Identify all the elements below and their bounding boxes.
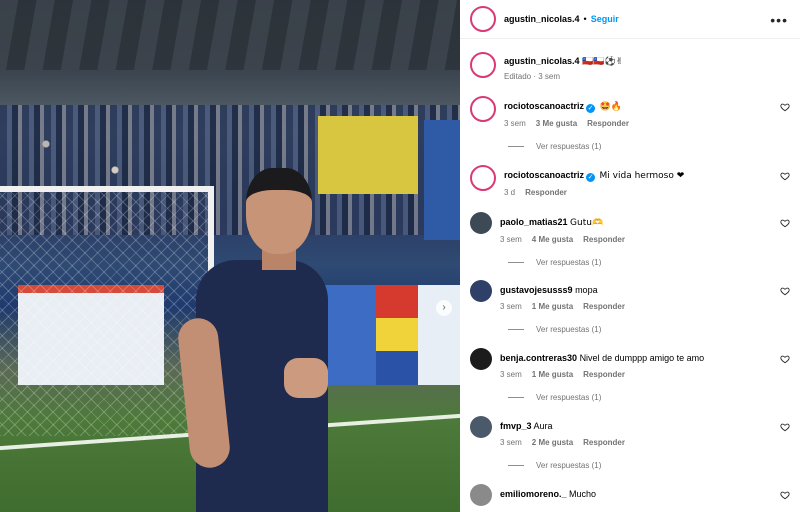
- replies-dash: [508, 146, 524, 147]
- comment-time: 3 sem: [500, 438, 522, 447]
- view-replies-link[interactable]: Ver respuestas (1): [508, 325, 800, 334]
- heart-icon[interactable]: [780, 102, 790, 112]
- view-replies-label: Ver respuestas (1): [536, 461, 602, 470]
- comment-item: benja.contreras30 Nivel de dumppp amigo …: [470, 348, 800, 402]
- verified-badge-icon: ✓: [586, 173, 596, 182]
- commenter-username[interactable]: benja.contreras30: [500, 353, 577, 363]
- reply-button[interactable]: Responder: [587, 119, 629, 128]
- reply-button[interactable]: Responder: [583, 235, 625, 244]
- replies-dash: [508, 329, 524, 330]
- reply-button[interactable]: Responder: [583, 370, 625, 379]
- separator-bullet: •: [583, 14, 587, 24]
- heart-icon[interactable]: [780, 354, 790, 364]
- comment-time: 3 d: [504, 188, 516, 197]
- view-replies-link[interactable]: Ver respuestas (1): [508, 461, 800, 470]
- commenter-username[interactable]: rociotoscanoactriz: [504, 101, 584, 111]
- comments-panel: agustin_nicolas.4 • Seguir ••• agustin_n…: [460, 0, 800, 512]
- heart-icon[interactable]: [780, 218, 790, 228]
- comment-text: Nivel de dumppp amigo te amo: [579, 353, 705, 363]
- caption-body: agustin_nicolas.4 🇨🇱🇨🇱⚽✌ Editado · 3 sem: [504, 56, 623, 81]
- heart-icon[interactable]: [780, 422, 790, 432]
- commenter-avatar[interactable]: [470, 96, 496, 122]
- comment-body: rociotoscanoactriz ✓ Mi vida hermoso ❤ 3 …: [504, 165, 800, 197]
- comment-time: 3 sem: [504, 119, 526, 128]
- commenter-username[interactable]: rociotoscanoactriz: [504, 170, 584, 180]
- comment-text: Gutu🫶: [570, 218, 604, 228]
- chevron-right-icon[interactable]: ›: [436, 300, 452, 316]
- commenter-username[interactable]: fmvp_3: [500, 421, 532, 431]
- commenter-avatar[interactable]: [470, 212, 492, 234]
- verified-badge-icon: ✓: [586, 104, 596, 113]
- comment-body: fmvp_3 Aura 3 sem 2 Me gusta Responder: [500, 416, 800, 447]
- comment-item: gustavojesusss9 mopa 3 sem 1 Me gusta Resp…: [470, 280, 800, 334]
- commenter-username[interactable]: emiliomoreno._: [500, 489, 567, 499]
- post-photo: ›: [0, 0, 460, 512]
- banner: [376, 285, 418, 385]
- commenter-avatar[interactable]: [470, 280, 492, 302]
- replies-dash: [508, 397, 524, 398]
- view-replies-link[interactable]: Ver respuestas (1): [508, 142, 800, 151]
- view-replies-label: Ver respuestas (1): [536, 258, 602, 267]
- comment-text: Mi vida hermoso ❤: [599, 171, 685, 181]
- blue-wall: [424, 120, 460, 240]
- comment-body: benja.contreras30 Nivel de dumppp amigo …: [500, 348, 800, 379]
- caption-text: 🇨🇱🇨🇱⚽✌: [582, 57, 624, 67]
- comment-body: rociotoscanoactriz ✓ 🤩🔥 3 sem 3 Me gusta Re…: [504, 96, 800, 128]
- commenter-avatar[interactable]: [470, 484, 492, 506]
- reply-button[interactable]: Responder: [583, 302, 625, 311]
- caption-username[interactable]: agustin_nicolas.4: [504, 56, 580, 66]
- comment-body: emiliomoreno._ Mucho: [500, 484, 800, 500]
- stadium-roof: [0, 0, 460, 70]
- banner: [418, 285, 460, 385]
- commenter-username[interactable]: gustavojesusss9: [500, 285, 573, 295]
- view-replies-label: Ver respuestas (1): [536, 142, 602, 151]
- heart-icon[interactable]: [780, 490, 790, 500]
- caption-meta: Editado · 3 sem: [504, 72, 561, 81]
- commenter-username[interactable]: paolo_matias21: [500, 217, 568, 227]
- comment-item: emiliomoreno._ Mucho: [470, 484, 800, 506]
- commenter-avatar[interactable]: [470, 348, 492, 370]
- heart-icon[interactable]: [780, 286, 790, 296]
- post-caption: agustin_nicolas.4 🇨🇱🇨🇱⚽✌ Editado · 3 sem: [470, 52, 623, 81]
- author-avatar[interactable]: [470, 52, 496, 78]
- comment-body: paolo_matias21 Gutu🫶 3 sem 4 Me gusta Resp…: [500, 212, 800, 244]
- reply-button[interactable]: Responder: [583, 438, 625, 447]
- comment-likes[interactable]: 1 Me gusta: [532, 370, 573, 379]
- view-replies-link[interactable]: Ver respuestas (1): [508, 258, 800, 267]
- commenter-avatar[interactable]: [470, 165, 496, 191]
- comment-likes[interactable]: 2 Me gusta: [532, 438, 573, 447]
- reply-button[interactable]: Responder: [525, 188, 567, 197]
- player-figure: [176, 168, 346, 512]
- comment-likes[interactable]: 1 Me gusta: [532, 302, 573, 311]
- view-replies-label: Ver respuestas (1): [536, 325, 602, 334]
- comment-body: gustavojesusss9 mopa 3 sem 1 Me gusta Resp…: [500, 280, 800, 311]
- view-replies-link[interactable]: Ver respuestas (1): [508, 393, 800, 402]
- comment-item: fmvp_3 Aura 3 sem 2 Me gusta Responder Ver…: [470, 416, 800, 470]
- view-replies-label: Ver respuestas (1): [536, 393, 602, 402]
- comment-likes[interactable]: 3 Me gusta: [536, 119, 577, 128]
- comment-text: Aura: [533, 421, 553, 431]
- author-username[interactable]: agustin_nicolas.4: [504, 14, 580, 24]
- commenter-avatar[interactable]: [470, 416, 492, 438]
- comment-text: Mucho: [569, 489, 597, 499]
- comment-time: 3 sem: [500, 302, 522, 311]
- more-horizontal-icon[interactable]: •••: [770, 12, 788, 28]
- comment-text: 🤩🔥: [599, 102, 622, 112]
- comment-item: paolo_matias21 Gutu🫶 3 sem 4 Me gusta Resp…: [470, 212, 800, 267]
- comment-time: 3 sem: [500, 370, 522, 379]
- player-head: [246, 168, 312, 254]
- comment-time: 3 sem: [500, 235, 522, 244]
- comment-item: rociotoscanoactriz ✓ 🤩🔥 3 sem 3 Me gusta Re…: [470, 96, 800, 151]
- comment-text: mopa: [575, 285, 598, 295]
- replies-dash: [508, 465, 524, 466]
- follow-button[interactable]: Seguir: [591, 14, 619, 24]
- thumbs-up-hand: [284, 358, 328, 398]
- author-avatar[interactable]: [470, 6, 496, 32]
- instagram-post-modal: › agustin_nicolas.4 • Seguir ••• agustin…: [0, 0, 800, 512]
- heart-icon[interactable]: [780, 171, 790, 181]
- replies-dash: [508, 262, 524, 263]
- post-header: agustin_nicolas.4 • Seguir •••: [460, 0, 800, 39]
- comment-item: rociotoscanoactriz ✓ Mi vida hermoso ❤ 3 …: [470, 165, 800, 197]
- comment-likes[interactable]: 4 Me gusta: [532, 235, 573, 244]
